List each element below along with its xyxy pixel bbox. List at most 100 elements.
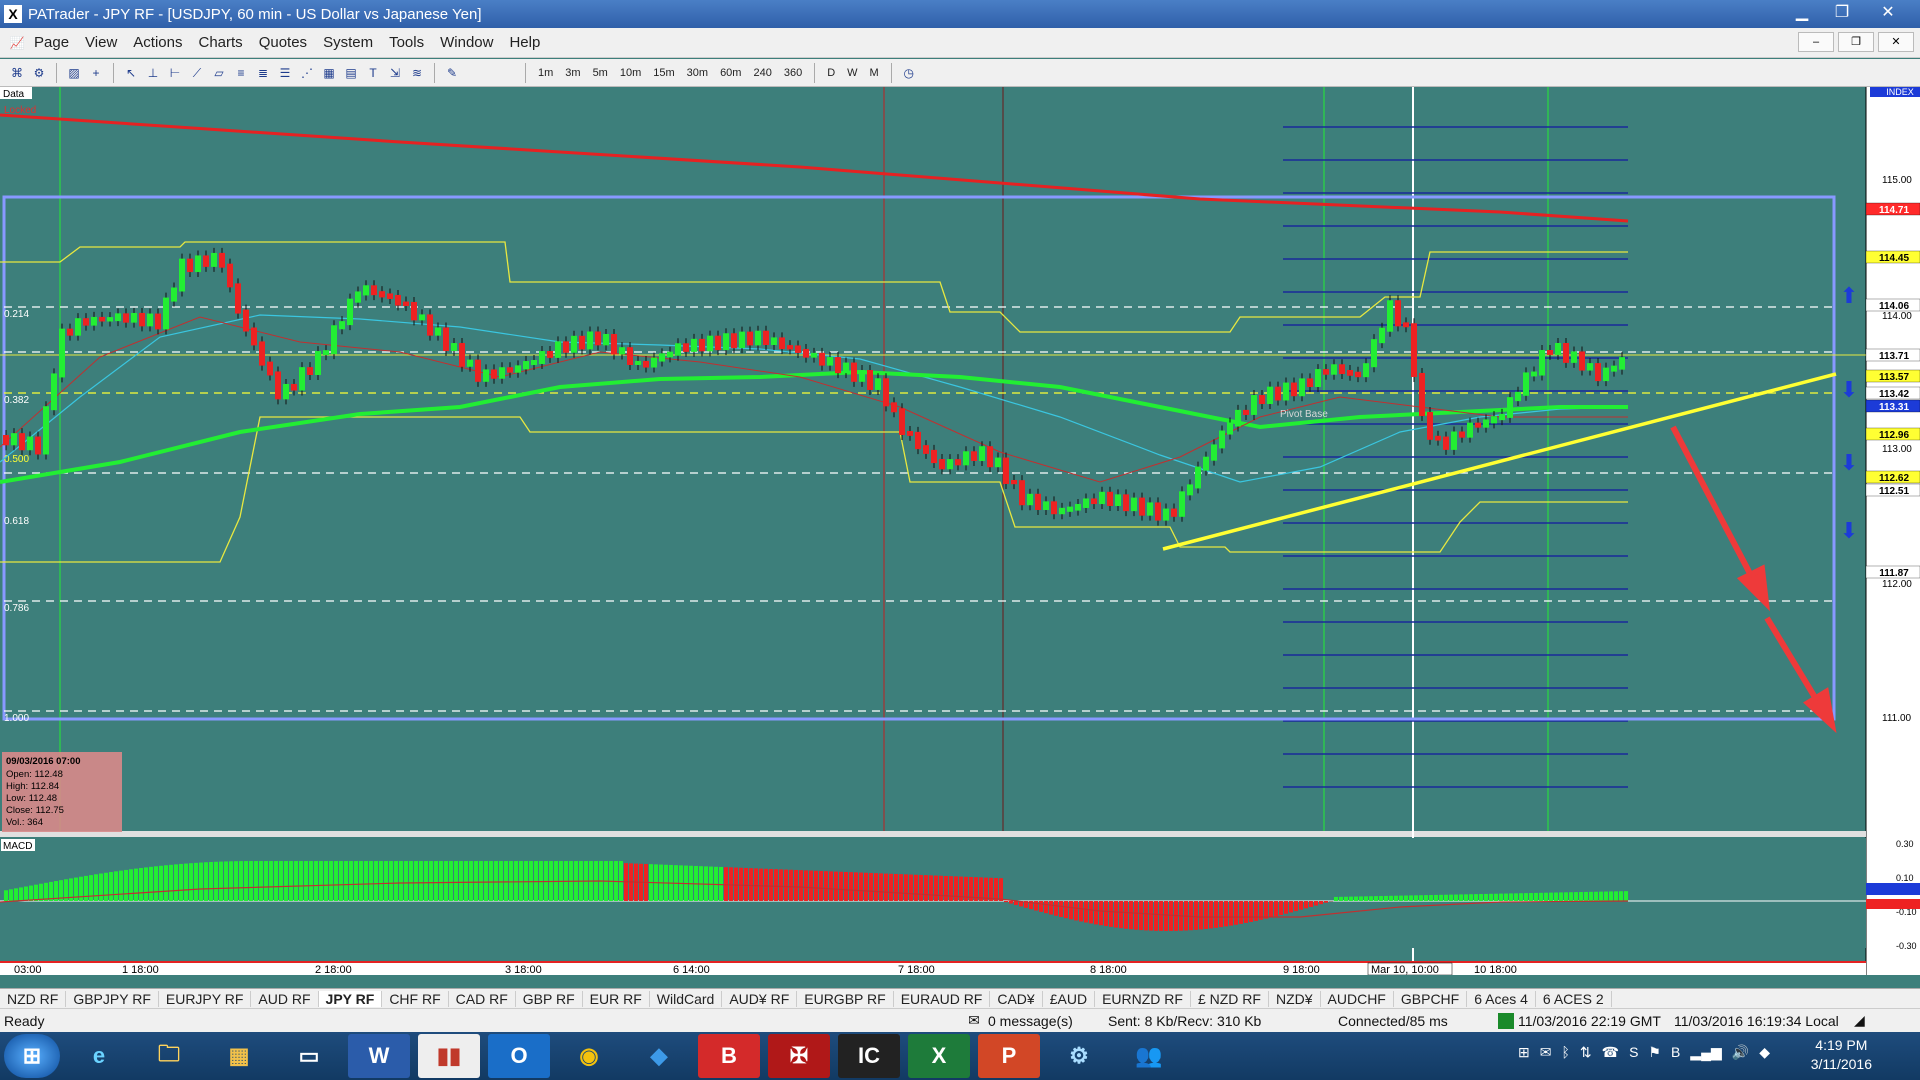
timeframe-30m[interactable]: 30m bbox=[683, 67, 712, 79]
menu-quotes[interactable]: Quotes bbox=[251, 34, 315, 51]
mdi-minimize-button[interactable]: – bbox=[1798, 32, 1834, 52]
network-alt-icon[interactable]: ⚙ bbox=[30, 64, 48, 82]
mdi-close-button[interactable]: ✕ bbox=[1878, 32, 1914, 52]
cycle-icon[interactable]: ≋ bbox=[408, 64, 426, 82]
tab-aud-rf[interactable]: AUD RF bbox=[251, 990, 319, 1007]
timeframe-d[interactable]: D bbox=[823, 67, 839, 79]
menu-charts[interactable]: Charts bbox=[191, 34, 251, 51]
menu-actions[interactable]: Actions bbox=[125, 34, 190, 51]
skype-tray-icon[interactable]: S bbox=[1629, 1044, 1638, 1061]
start-button[interactable]: ⊞ bbox=[4, 1034, 60, 1078]
grid-icon[interactable]: ▦ bbox=[320, 64, 338, 82]
fib-retrace-icon[interactable]: ☰ bbox=[276, 64, 294, 82]
menu-view[interactable]: View bbox=[77, 34, 125, 51]
calendar-icon[interactable]: ▦ bbox=[208, 1034, 270, 1078]
word-icon[interactable]: W bbox=[348, 1034, 410, 1078]
minimize-button[interactable]: ▁ bbox=[1782, 0, 1822, 26]
pen-icon[interactable]: ✎ bbox=[443, 64, 461, 82]
signal-icon[interactable]: ▂▄▆ bbox=[1690, 1044, 1721, 1061]
tab-eurnzd-rf[interactable]: EURNZD RF bbox=[1095, 990, 1191, 1007]
timeframe-3m[interactable]: 3m bbox=[561, 67, 584, 79]
tab-gbpchf[interactable]: GBPCHF bbox=[1394, 990, 1468, 1007]
ic-icon[interactable]: IC bbox=[838, 1034, 900, 1078]
menu-tools[interactable]: Tools bbox=[381, 34, 432, 51]
fib-icon[interactable]: ≡ bbox=[232, 64, 250, 82]
tab-wildcard[interactable]: WildCard bbox=[650, 990, 723, 1007]
volume-icon[interactable]: 🔊 bbox=[1732, 1044, 1749, 1061]
menu-help[interactable]: Help bbox=[501, 34, 548, 51]
box-icon[interactable]: ▤ bbox=[342, 64, 360, 82]
trendline-icon[interactable]: ⟋ bbox=[188, 64, 206, 82]
pointer-icon[interactable]: ↖ bbox=[122, 64, 140, 82]
folder-icon[interactable]: 🗀 bbox=[138, 1034, 200, 1078]
tab--aud[interactable]: £AUD bbox=[1043, 990, 1096, 1007]
b-tray-icon[interactable]: B bbox=[1671, 1044, 1680, 1061]
tab-cad-[interactable]: CAD¥ bbox=[990, 990, 1043, 1007]
price-chart[interactable]: INDEX 0.214 0.382 0.500 0.618 0.786 1.00… bbox=[0, 87, 1920, 975]
tab-gbpjpy-rf[interactable]: GBPJPY RF bbox=[66, 990, 159, 1007]
network-icon[interactable]: ⌘ bbox=[8, 64, 26, 82]
channel-icon[interactable]: ▱ bbox=[210, 64, 228, 82]
timeframe-5m[interactable]: 5m bbox=[589, 67, 612, 79]
ie-icon[interactable]: e bbox=[68, 1034, 130, 1078]
timeframe-m[interactable]: M bbox=[866, 67, 883, 79]
menu-page[interactable]: Page bbox=[26, 34, 77, 51]
dropbox-tray-icon[interactable]: ◆ bbox=[1759, 1044, 1770, 1061]
tab-nzd-[interactable]: NZD¥ bbox=[1269, 990, 1321, 1007]
flag-icon[interactable]: ⚑ bbox=[1648, 1044, 1661, 1061]
timeframe-360[interactable]: 360 bbox=[780, 67, 806, 79]
tab-aud-rf[interactable]: AUD¥ RF bbox=[722, 990, 798, 1007]
hline-icon[interactable]: ⊥ bbox=[144, 64, 162, 82]
timeframe-240[interactable]: 240 bbox=[749, 67, 775, 79]
pane-separator[interactable] bbox=[0, 831, 1866, 837]
windows-tray-icon[interactable]: ⊞ bbox=[1518, 1044, 1530, 1061]
text-tool-icon[interactable]: T bbox=[364, 64, 382, 82]
tab-nzd-rf[interactable]: NZD RF bbox=[0, 990, 67, 1007]
b-app-icon[interactable]: B bbox=[698, 1034, 760, 1078]
arrow-tool-icon[interactable]: ⇲ bbox=[386, 64, 404, 82]
timeframe-15m[interactable]: 15m bbox=[649, 67, 678, 79]
timeframe-1m[interactable]: 1m bbox=[534, 67, 557, 79]
tab-audchf[interactable]: AUDCHF bbox=[1321, 990, 1394, 1007]
powerpoint-icon[interactable]: P bbox=[978, 1034, 1040, 1078]
tab-6-aces-4[interactable]: 6 Aces 4 bbox=[1467, 990, 1536, 1007]
dropbox-icon[interactable]: ◆ bbox=[628, 1034, 690, 1078]
tab-jpy-rf[interactable]: JPY RF bbox=[318, 990, 383, 1007]
tab-eur-rf[interactable]: EUR RF bbox=[583, 990, 650, 1007]
maximize-button[interactable]: ❐ bbox=[1822, 0, 1862, 26]
chrome-icon[interactable]: ◉ bbox=[558, 1034, 620, 1078]
excel-icon[interactable]: X bbox=[908, 1034, 970, 1078]
people-icon[interactable]: 👥 bbox=[1118, 1034, 1180, 1078]
envelope-icon[interactable]: ✉ bbox=[960, 1012, 988, 1029]
window-app-icon[interactable]: ▭ bbox=[278, 1034, 340, 1078]
tab-cad-rf[interactable]: CAD RF bbox=[449, 990, 516, 1007]
tab-eurgbp-rf[interactable]: EURGBP RF bbox=[797, 990, 894, 1007]
menu-system[interactable]: System bbox=[315, 34, 381, 51]
chat-tray-icon[interactable]: ☎ bbox=[1602, 1044, 1619, 1061]
tab-gbp-rf[interactable]: GBP RF bbox=[516, 990, 583, 1007]
bluetooth-icon[interactable]: ᛒ bbox=[1561, 1044, 1569, 1061]
timeframe-w[interactable]: W bbox=[843, 67, 861, 79]
mdi-restore-button[interactable]: ❐ bbox=[1838, 32, 1874, 52]
fan-icon[interactable]: ⋰ bbox=[298, 64, 316, 82]
network-app-icon[interactable]: ⚙ bbox=[1048, 1034, 1110, 1078]
taskbar-clock[interactable]: 4:19 PM 3/11/2016 bbox=[1811, 1036, 1872, 1074]
clock-icon[interactable]: ◷ bbox=[900, 64, 918, 82]
outlook-icon[interactable]: O bbox=[488, 1034, 550, 1078]
timeframe-60m[interactable]: 60m bbox=[716, 67, 745, 79]
tab-6-aces-2[interactable]: 6 ACES 2 bbox=[1536, 990, 1612, 1007]
close-button[interactable]: ✕ bbox=[1862, 0, 1914, 26]
tab-euraud-rf[interactable]: EURAUD RF bbox=[894, 990, 991, 1007]
eagle-icon[interactable]: ✠ bbox=[768, 1034, 830, 1078]
outlook-tray-icon[interactable]: ✉ bbox=[1540, 1044, 1552, 1061]
tab-eurjpy-rf[interactable]: EURJPY RF bbox=[159, 990, 252, 1007]
network-tray-icon[interactable]: ⇅ bbox=[1580, 1044, 1592, 1061]
patrader-icon[interactable]: ▮▮ bbox=[418, 1034, 480, 1078]
timeframe-10m[interactable]: 10m bbox=[616, 67, 645, 79]
status-messages[interactable]: 0 message(s) bbox=[988, 1013, 1108, 1029]
menu-window[interactable]: Window bbox=[432, 34, 501, 51]
tab--nzd-rf[interactable]: £ NZD RF bbox=[1191, 990, 1269, 1007]
vline-icon[interactable]: ⊢ bbox=[166, 64, 184, 82]
crosshair-icon[interactable]: + bbox=[87, 64, 105, 82]
fib-ext-icon[interactable]: ≣ bbox=[254, 64, 272, 82]
